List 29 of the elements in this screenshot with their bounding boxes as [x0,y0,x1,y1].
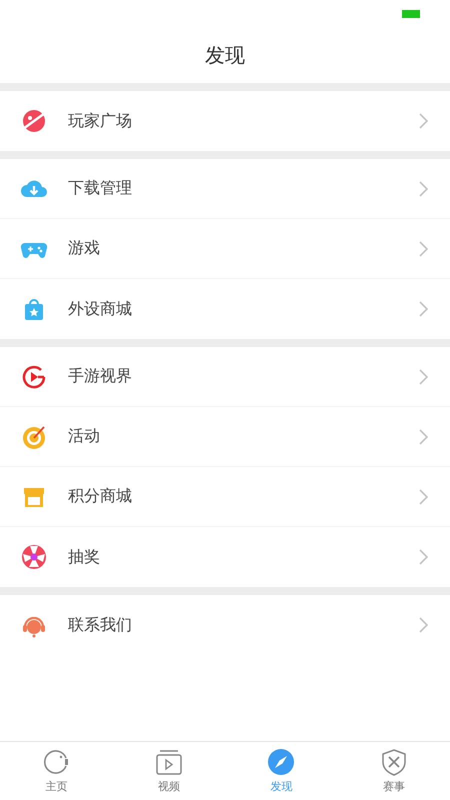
menu-item[interactable]: 活动 [0,407,450,467]
menu-item[interactable]: 联系我们 [0,595,450,655]
chevron-right-icon [419,180,428,196]
planet-icon [20,107,48,135]
chevron-right-icon [419,488,428,504]
menu-item[interactable]: 玩家广场 [0,91,450,151]
page-title: 发现 [205,42,245,69]
tab-bar-item[interactable]: 主页 [0,742,112,800]
chevron-right-icon [419,301,428,317]
menu-item[interactable]: 抽奖 [0,527,450,587]
compass-icon [267,748,296,776]
video-icon [154,748,183,776]
menu-item[interactable]: 下载管理 [0,159,450,219]
chevron-right-icon [419,240,428,256]
chevron-right-icon [419,428,428,444]
menu-item[interactable]: 外设商城 [0,279,450,339]
menu-item[interactable]: 手游视界 [0,347,450,407]
chevron-right-icon [419,549,428,565]
tab-bar-item[interactable]: 赛事 [338,742,450,800]
menu-item[interactable]: 游戏 [0,219,450,279]
tab-bar-item[interactable]: 视频 [112,742,225,800]
wheel-icon [20,543,48,571]
shield-icon [380,748,408,776]
battery-icon [402,10,420,18]
chevron-right-icon [419,617,428,633]
chevron-right-icon [419,368,428,384]
chevron-right-icon [419,113,428,129]
home-icon [42,748,70,776]
menu-item[interactable]: 积分商城 [0,467,450,527]
